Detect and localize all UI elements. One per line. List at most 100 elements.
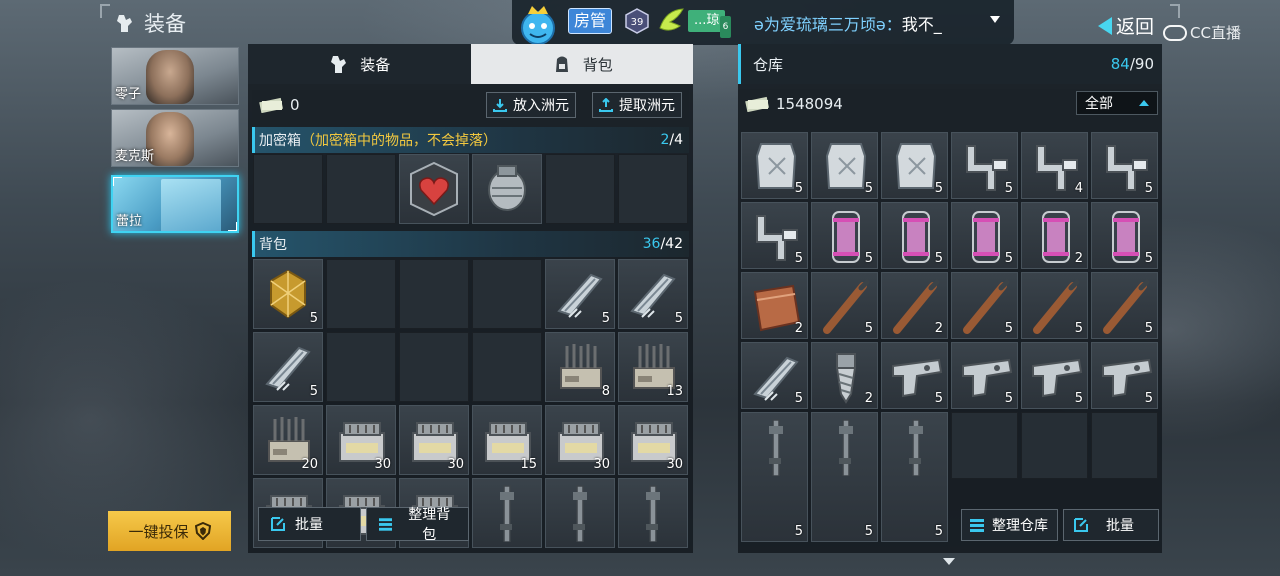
- item-slot[interactable]: 2: [881, 272, 948, 339]
- item-slot[interactable]: 15: [472, 405, 542, 475]
- back-button[interactable]: 返回: [1098, 12, 1154, 39]
- inventory-panel: 装备 背包 0 放入洲元 提取洲元 加密箱（加密箱中的物品，不会掉落） 2/4 …: [248, 44, 693, 553]
- character-card[interactable]: 麦克斯: [111, 109, 239, 167]
- item-slot[interactable]: 5: [951, 202, 1018, 269]
- list-icon: [379, 518, 393, 531]
- warehouse-cash-value: 1548094: [776, 95, 843, 113]
- sort-warehouse-button[interactable]: 整理仓库: [961, 509, 1058, 541]
- item-slot[interactable]: 5: [951, 342, 1018, 409]
- item-slot[interactable]: 5: [1091, 202, 1158, 269]
- chat-sender: ə为爱琉璃三万顷ə：: [754, 15, 902, 34]
- item-slot[interactable]: 5: [618, 259, 688, 329]
- edit-icon: [271, 517, 285, 531]
- deposit-button[interactable]: 放入洲元: [486, 92, 576, 118]
- chat-message: ə为爱琉璃三万顷ə：我不_: [754, 11, 942, 35]
- item-quantity: 5: [794, 391, 803, 406]
- item-slot[interactable]: 5: [811, 132, 878, 199]
- warehouse-batch-button[interactable]: 批量: [1063, 509, 1159, 541]
- item-slot[interactable]: 20: [253, 405, 323, 475]
- item-quantity: 2: [794, 321, 803, 336]
- empty-slot[interactable]: [326, 154, 396, 224]
- empty-slot[interactable]: [253, 154, 323, 224]
- back-label: 返回: [1116, 16, 1155, 38]
- empty-slot[interactable]: [399, 332, 469, 402]
- empty-slot[interactable]: [1091, 412, 1158, 479]
- warehouse-filter-select[interactable]: 全部: [1076, 91, 1158, 115]
- item-slot[interactable]: 5: [1091, 272, 1158, 339]
- character-portrait: [161, 179, 221, 231]
- item-slot[interactable]: 2: [811, 342, 878, 409]
- item-slot[interactable]: 30: [545, 405, 615, 475]
- batch-button[interactable]: 批量: [258, 507, 361, 541]
- empty-slot[interactable]: [1021, 412, 1088, 479]
- item-slot[interactable]: 5: [1091, 342, 1158, 409]
- empty-slot[interactable]: [545, 154, 615, 224]
- empty-slot[interactable]: [399, 259, 469, 329]
- item-slot[interactable]: 2: [741, 272, 808, 339]
- character-card-selected[interactable]: 蕾拉: [111, 175, 239, 233]
- item-slot[interactable]: 5: [253, 259, 323, 329]
- empty-slot[interactable]: [472, 332, 542, 402]
- item-quantity: 30: [374, 457, 391, 472]
- empty-slot[interactable]: [326, 259, 396, 329]
- empty-slot[interactable]: [951, 412, 1018, 479]
- item-slot[interactable]: 5: [1091, 132, 1158, 199]
- item-slot[interactable]: 4: [1021, 132, 1088, 199]
- item-slot[interactable]: 5: [1021, 342, 1088, 409]
- level-badge-icon: 39: [625, 8, 649, 34]
- withdraw-label: 提取洲元: [619, 98, 675, 114]
- tab-backpack[interactable]: 背包: [470, 44, 693, 84]
- item-slot[interactable]: 30: [399, 405, 469, 475]
- item-slot[interactable]: 5: [951, 272, 1018, 339]
- backpack-count: 36/42: [643, 236, 683, 252]
- item-slot[interactable]: 13: [618, 332, 688, 402]
- item-slot[interactable]: [545, 478, 615, 548]
- tab-equipment[interactable]: 装备: [248, 44, 471, 84]
- warehouse-title: 仓库: [753, 55, 784, 74]
- character-list: 零子 麦克斯 蕾拉: [111, 47, 241, 237]
- item-slot[interactable]: 5: [741, 342, 808, 409]
- item-slot[interactable]: 30: [326, 405, 396, 475]
- item-slot[interactable]: 5: [741, 202, 808, 269]
- item-slot[interactable]: [399, 154, 469, 224]
- empty-slot[interactable]: [472, 259, 542, 329]
- item-slot[interactable]: 5: [741, 132, 808, 199]
- character-name: 蕾拉: [116, 214, 143, 229]
- item-slot[interactable]: 8: [545, 332, 615, 402]
- withdraw-button[interactable]: 提取洲元: [592, 92, 682, 118]
- frame-corner-left: [100, 4, 110, 18]
- item-slot[interactable]: 5: [811, 272, 878, 339]
- item-quantity: 13: [666, 384, 683, 399]
- item-slot[interactable]: 5: [881, 342, 948, 409]
- empty-slot[interactable]: [618, 154, 688, 224]
- item-slot[interactable]: 5: [951, 132, 1018, 199]
- money-icon: [745, 96, 770, 112]
- item-slot[interactable]: 5: [811, 202, 878, 269]
- item-slot[interactable]: 5: [881, 412, 948, 542]
- item-slot[interactable]: 30: [618, 405, 688, 475]
- item-slot[interactable]: [618, 478, 688, 548]
- warehouse-cash-row: 1548094 全部: [738, 89, 1162, 119]
- chevron-down-icon[interactable]: [990, 16, 1000, 23]
- empty-slot[interactable]: [326, 332, 396, 402]
- backpack-cash-value: 0: [290, 96, 300, 114]
- item-slot[interactable]: 5: [1021, 272, 1088, 339]
- item-slot[interactable]: 2: [1021, 202, 1088, 269]
- safe-box-grid: [253, 154, 688, 224]
- one-click-insure-button[interactable]: 一键投保: [108, 511, 231, 551]
- character-card[interactable]: 零子: [111, 47, 239, 105]
- chat-bar[interactable]: 房管 39 ...琼 6 ə为爱琉璃三万顷ə：我不_: [512, 0, 1014, 45]
- item-slot[interactable]: 5: [741, 412, 808, 542]
- item-slot[interactable]: [472, 154, 542, 224]
- item-slot[interactable]: [472, 478, 542, 548]
- filter-label: 全部: [1085, 96, 1113, 112]
- item-slot[interactable]: 5: [881, 132, 948, 199]
- sort-backpack-button[interactable]: 整理背包: [366, 507, 469, 543]
- item-slot[interactable]: 5: [881, 202, 948, 269]
- item-quantity: 5: [1144, 391, 1153, 406]
- back-arrow-icon: [1098, 16, 1112, 35]
- item-slot[interactable]: 5: [811, 412, 878, 542]
- item-slot[interactable]: 5: [253, 332, 323, 402]
- ammo-rack-icon: [560, 344, 602, 389]
- item-slot[interactable]: 5: [545, 259, 615, 329]
